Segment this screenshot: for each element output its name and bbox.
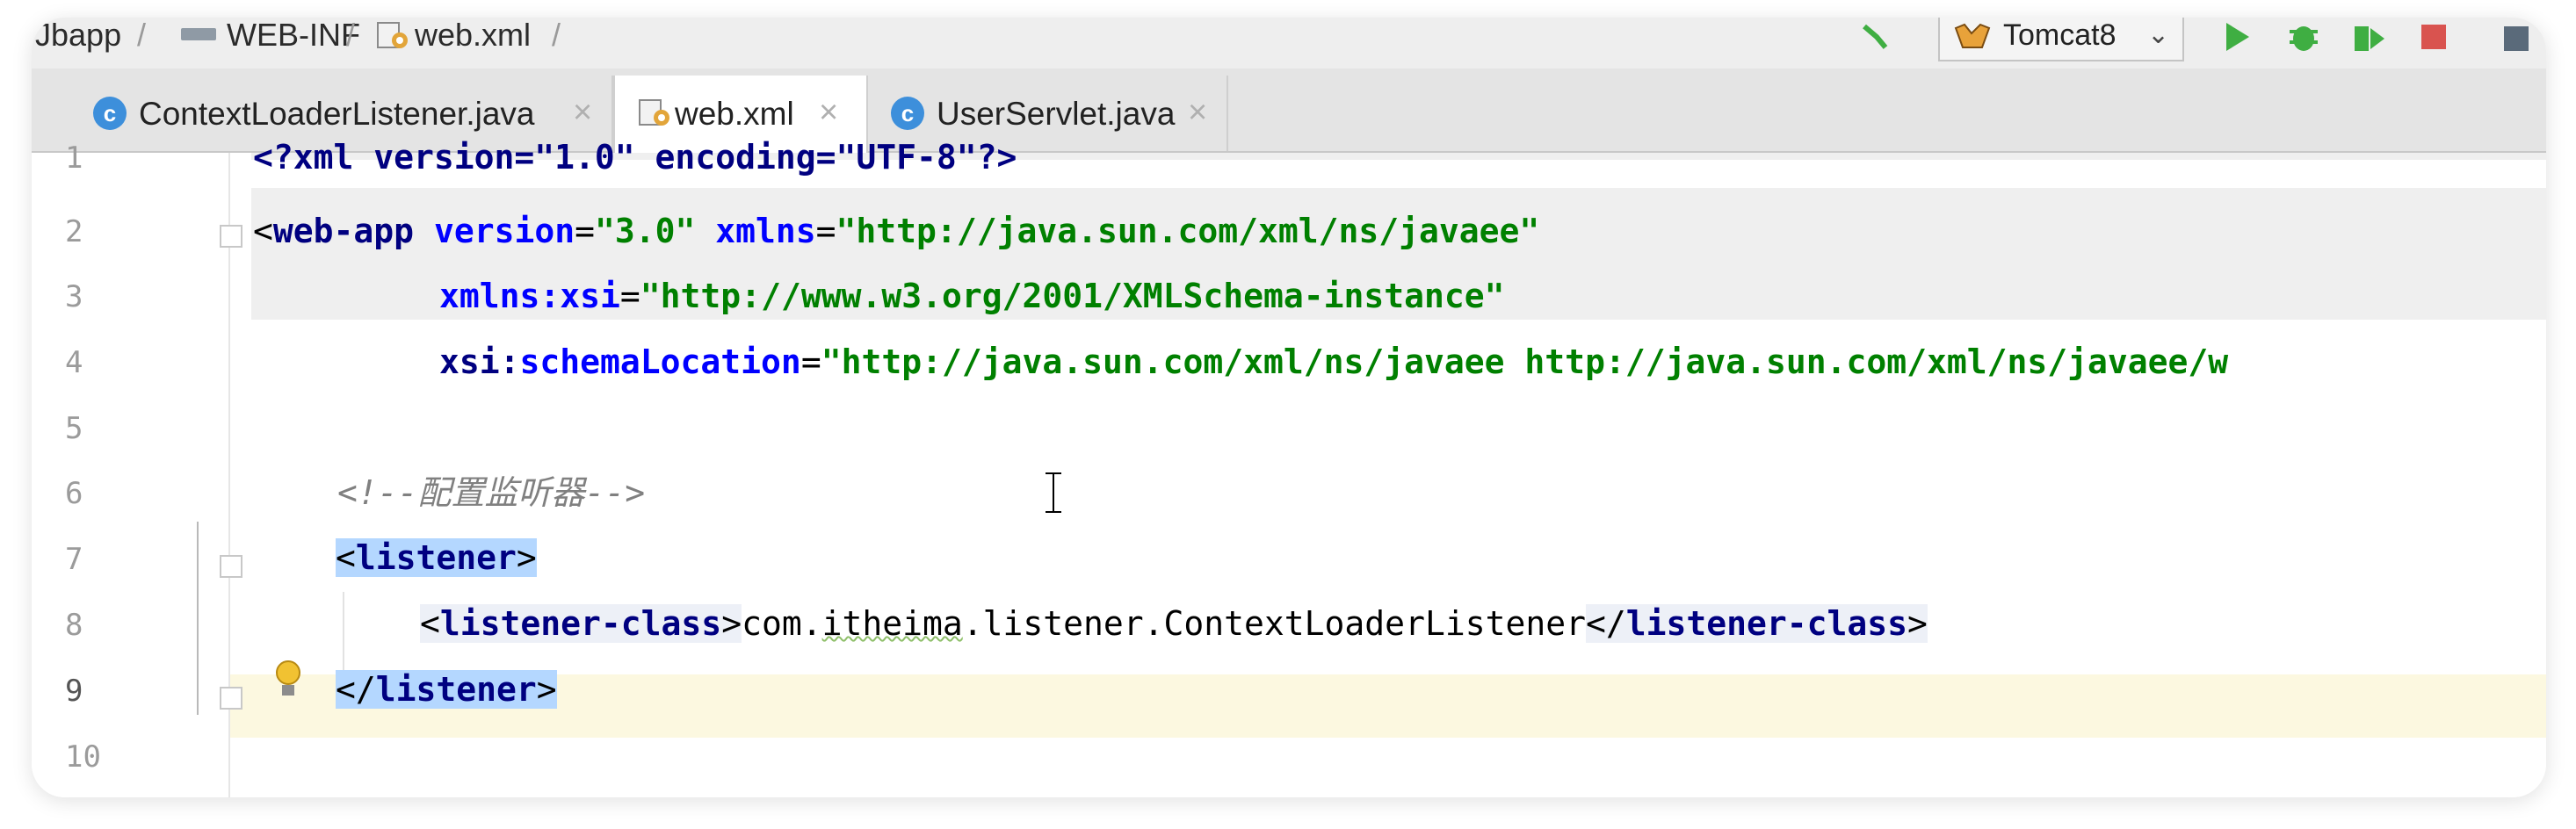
coverage-icon[interactable]	[2349, 19, 2388, 58]
tag-name: web-app	[272, 212, 415, 250]
indent-guide	[197, 522, 199, 715]
stop-icon[interactable]	[2414, 19, 2453, 58]
run-configuration-select[interactable]: Tomcat8 ⌄	[1938, 18, 2184, 61]
attribute-value: "http://www.w3.org/2001/XMLSchema-instan…	[640, 277, 1505, 315]
attribute-namespace: xsi:	[439, 342, 520, 381]
code-line-1: <?xml version="1.0" encoding="UTF-8"?>	[253, 137, 1017, 177]
attribute-name: xmlns	[715, 212, 816, 250]
java-class-icon: c	[891, 97, 924, 130]
line-number: 6	[65, 476, 83, 511]
fold-marker[interactable]	[220, 687, 242, 710]
line-number: 7	[65, 542, 83, 577]
debug-icon[interactable]	[2284, 19, 2323, 58]
project-structure-icon[interactable]	[2499, 19, 2537, 58]
code-line-8: <listener-class>com.itheima.listener.Con…	[420, 603, 1928, 644]
text-content-typo: itheima	[821, 604, 963, 643]
tag-bracket: </	[1585, 604, 1626, 643]
run-icon[interactable]	[2219, 19, 2258, 58]
ide-window: Jbapp / WEB-INF / web.xml / Tomcat8 ⌄ c …	[32, 18, 2546, 797]
breadcrumb-item-web-inf[interactable]: WEB-INF	[227, 18, 360, 53]
attribute-name: xmlns:xsi	[439, 277, 620, 315]
chevron-down-icon: ⌄	[2147, 20, 2170, 49]
xml-file-icon	[377, 22, 408, 48]
code-line-4: xsi:schemaLocation="http://java.sun.com/…	[439, 342, 2229, 381]
code-line-6: <!--配置监听器-->	[337, 472, 645, 513]
java-class-icon: c	[93, 97, 127, 130]
line-number: 5	[65, 411, 83, 446]
code-line-3: xmlns:xsi="http://www.w3.org/2001/XMLSch…	[439, 277, 1505, 315]
text-cursor	[1046, 472, 1061, 513]
line-number: 1	[65, 141, 83, 176]
tag-bracket: >	[536, 670, 557, 709]
breadcrumb-separator: /	[137, 18, 147, 53]
tag-bracket: <	[420, 604, 440, 643]
tomcat-icon	[1954, 23, 1991, 48]
attribute-value: "http://java.sun.com/xml/ns/javaee"	[836, 212, 1540, 250]
breadcrumb-item-web-xml[interactable]: web.xml	[415, 18, 531, 53]
code-line-9: </listener>	[336, 669, 557, 710]
breadcrumb-separator: /	[552, 18, 561, 53]
tag-bracket: <	[336, 538, 356, 577]
xml-file-icon	[639, 99, 669, 126]
attribute-name: version	[433, 212, 575, 250]
tab-label: web.xml	[675, 96, 794, 132]
close-icon[interactable]: ×	[1188, 95, 1207, 130]
close-icon[interactable]: ×	[819, 95, 838, 130]
tag-name-highlighted: listener	[375, 670, 537, 709]
attribute-value: "http://java.sun.com/xml/ns/javaee http:…	[821, 342, 2229, 381]
attribute-value: "3.0"	[594, 212, 696, 250]
text-content: .listener.ContextLoaderListener	[962, 604, 1586, 643]
breadcrumb-item-webapp[interactable]: Jbapp	[35, 18, 121, 53]
intention-bulb-icon[interactable]	[272, 659, 304, 704]
tag-bracket: >	[1907, 604, 1928, 643]
breadcrumb-separator: /	[346, 18, 356, 53]
folder-icon	[181, 28, 216, 40]
tag-bracket: >	[721, 604, 742, 643]
tag-name-highlighted: listener	[355, 538, 517, 577]
code-line-7: <listener>	[336, 537, 537, 578]
line-number-gutter[interactable]: 1 2 3 4 5 6 7 8 9 10	[32, 141, 230, 797]
line-number: 10	[65, 739, 101, 775]
indent-guide	[343, 592, 344, 680]
tag-name: listener-class	[439, 604, 722, 643]
fold-marker[interactable]	[220, 555, 242, 578]
line-number: 2	[65, 214, 83, 249]
xml-comment: <!--配置监听器-->	[337, 473, 646, 512]
hammer-icon[interactable]	[1859, 21, 1894, 56]
tag-bracket: <	[253, 212, 273, 250]
code-editor[interactable]: 1 2 3 4 5 6 7 8 9 10 <?xml version="1.0"…	[32, 138, 2546, 797]
tab-label: UserServlet.java	[937, 96, 1176, 132]
tag-name: listener-class	[1625, 604, 1908, 643]
line-number: 4	[65, 345, 83, 380]
tag-bracket: </	[336, 670, 376, 709]
text-content: com.	[742, 604, 822, 643]
fold-marker[interactable]	[220, 225, 242, 248]
xml-declaration: <?xml version="1.0" encoding="UTF-8"?>	[253, 138, 1017, 177]
navigation-bar: Jbapp / WEB-INF / web.xml / Tomcat8 ⌄	[32, 18, 2546, 68]
line-number-current: 9	[65, 674, 83, 709]
close-icon[interactable]: ×	[573, 95, 592, 130]
line-number: 8	[65, 608, 83, 643]
run-configuration-label: Tomcat8	[2003, 18, 2117, 52]
line-number: 3	[65, 279, 83, 314]
code-line-2: <web-app version="3.0" xmlns="http://jav…	[253, 212, 1540, 250]
tab-label: ContextLoaderListener.java	[139, 96, 535, 132]
attribute-name: schemaLocation	[519, 342, 801, 381]
tag-bracket: >	[516, 538, 537, 577]
